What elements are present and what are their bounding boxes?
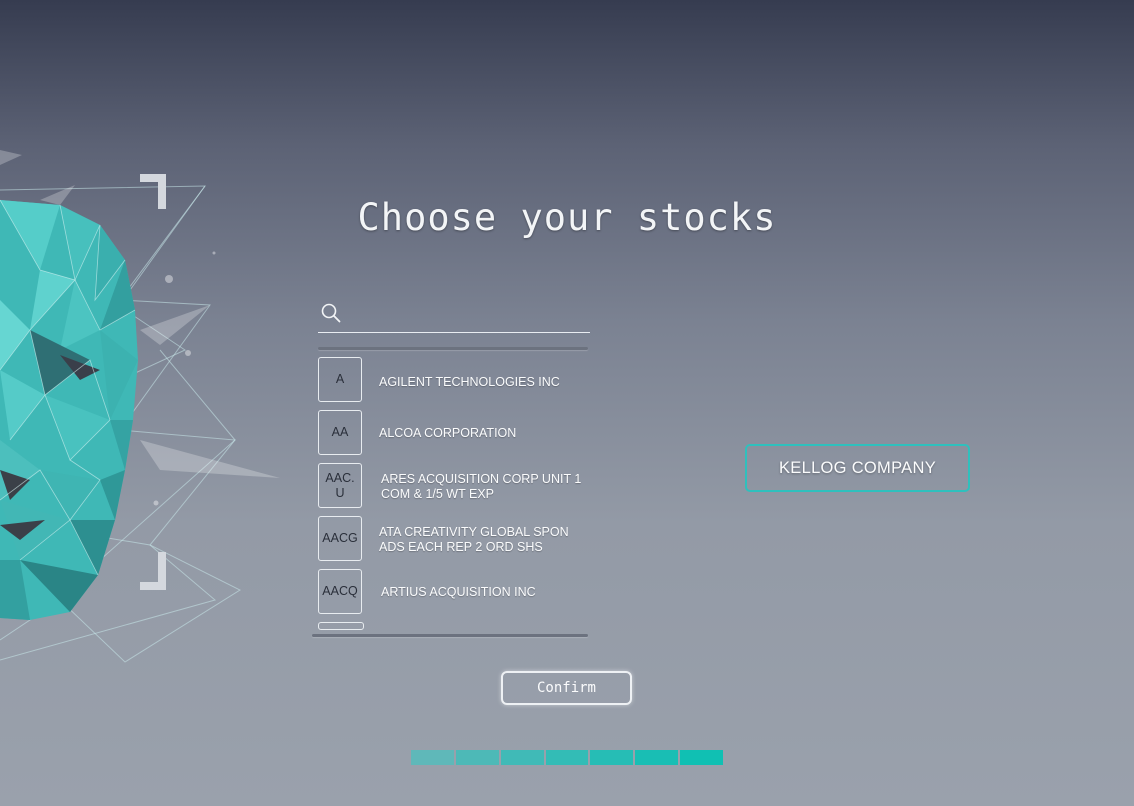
stock-list[interactable]: A AGILENT TECHNOLOGIES INC AA ALCOA CORP… <box>318 357 598 632</box>
stock-list-item[interactable]: AACQ ARTIUS ACQUISITION INC <box>318 569 598 617</box>
stock-ticker: AAC.U <box>318 463 362 508</box>
scan-bracket-bottom <box>140 552 166 590</box>
confirm-button[interactable]: Confirm <box>501 671 632 705</box>
stock-ticker: AACQ <box>318 569 362 614</box>
search-bar <box>318 298 590 333</box>
stock-name: ARES ACQUISITION CORP UNIT 1 COM & 1/5 W… <box>381 471 582 501</box>
progress-segment <box>635 750 679 765</box>
face-mesh <box>0 199 138 620</box>
page-title: Choose your stocks <box>357 196 777 239</box>
stock-ticker: AA <box>318 410 362 455</box>
progress-segment <box>590 750 634 765</box>
progress-segment <box>545 750 589 765</box>
selected-stock-chip[interactable]: KELLOG COMPANY <box>745 444 970 492</box>
search-icon[interactable] <box>320 302 342 324</box>
progress-segment <box>500 750 544 765</box>
stock-ticker: AACG <box>318 516 362 561</box>
stock-name: AGILENT TECHNOLOGIES INC <box>379 375 560 389</box>
progress-segment <box>455 750 499 765</box>
progress-segment <box>411 750 454 765</box>
stock-list-item[interactable]: A AGILENT TECHNOLOGIES INC <box>318 357 598 405</box>
stock-list-item[interactable]: AACG ATA CREATIVITY GLOBAL SPON ADS EACH… <box>318 516 598 564</box>
stock-name: ATA CREATIVITY GLOBAL SPON ADS EACH REP … <box>379 524 569 554</box>
stock-list-item-partial[interactable] <box>318 622 364 630</box>
progress-segment <box>680 750 724 765</box>
stock-ticker: A <box>318 357 362 402</box>
stock-name: ALCOA CORPORATION <box>379 426 517 440</box>
stock-list-item[interactable]: AAC.U ARES ACQUISITION CORP UNIT 1 COM &… <box>318 463 598 511</box>
stock-list-item[interactable]: AA ALCOA CORPORATION <box>318 410 598 458</box>
search-input[interactable] <box>352 300 586 328</box>
list-bottom-divider <box>312 634 588 637</box>
list-top-divider <box>318 347 588 350</box>
stock-name: ARTIUS ACQUISITION INC <box>381 585 536 599</box>
progress-bar <box>411 750 724 765</box>
